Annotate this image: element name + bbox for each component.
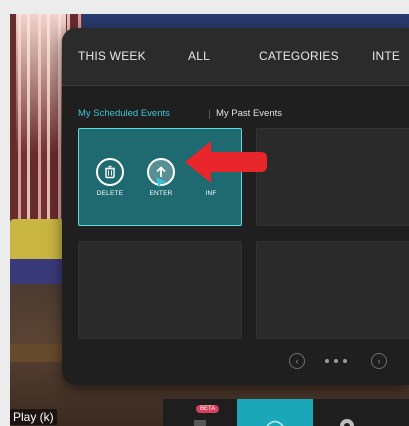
page-dot <box>343 359 347 363</box>
sub-tab-divider <box>209 110 210 119</box>
dock-item-beta[interactable] <box>313 399 409 426</box>
video-play-tooltip: Play (k) <box>10 409 57 425</box>
enter-label: ENTER <box>149 190 173 197</box>
sub-tab-bar: My Scheduled Events My Past Events <box>78 108 398 124</box>
prev-page-button[interactable]: ‹ <box>289 353 305 369</box>
tab-categories[interactable]: CATEGORIES <box>259 49 339 63</box>
event-card-empty[interactable] <box>78 241 242 339</box>
event-card-empty[interactable] <box>256 128 409 226</box>
tab-my-scheduled-events[interactable]: My Scheduled Events <box>78 108 170 119</box>
delete-button[interactable]: DELETE <box>90 158 130 197</box>
tab-interests[interactable]: INTE <box>372 49 400 63</box>
page-dot <box>325 359 329 363</box>
cursor-pointer-icon <box>156 177 166 188</box>
tab-my-past-events[interactable]: My Past Events <box>216 108 282 119</box>
pagination: ‹ › <box>289 353 399 371</box>
events-icon <box>266 420 284 426</box>
tab-this-week[interactable]: THIS WEEK <box>78 49 146 63</box>
event-card-empty[interactable] <box>256 241 409 339</box>
red-arrow-annotation <box>185 141 267 183</box>
next-page-button[interactable]: › <box>371 353 387 369</box>
page-dot <box>334 359 338 363</box>
beta-badge: BETA <box>196 405 220 413</box>
delete-label: DELETE <box>96 190 124 197</box>
trash-icon <box>96 158 124 186</box>
top-tab-bar: THIS WEEK ALL CATEGORIES INTE <box>62 28 409 86</box>
tab-all[interactable]: ALL <box>188 49 210 63</box>
events-panel: THIS WEEK ALL CATEGORIES INTE My Schedul… <box>62 28 409 385</box>
info-label: INF <box>205 190 217 197</box>
beta-feature-icon <box>340 419 354 426</box>
wall-light <box>16 14 66 154</box>
dock-icon <box>194 420 206 426</box>
dock-item-events[interactable] <box>237 399 313 426</box>
